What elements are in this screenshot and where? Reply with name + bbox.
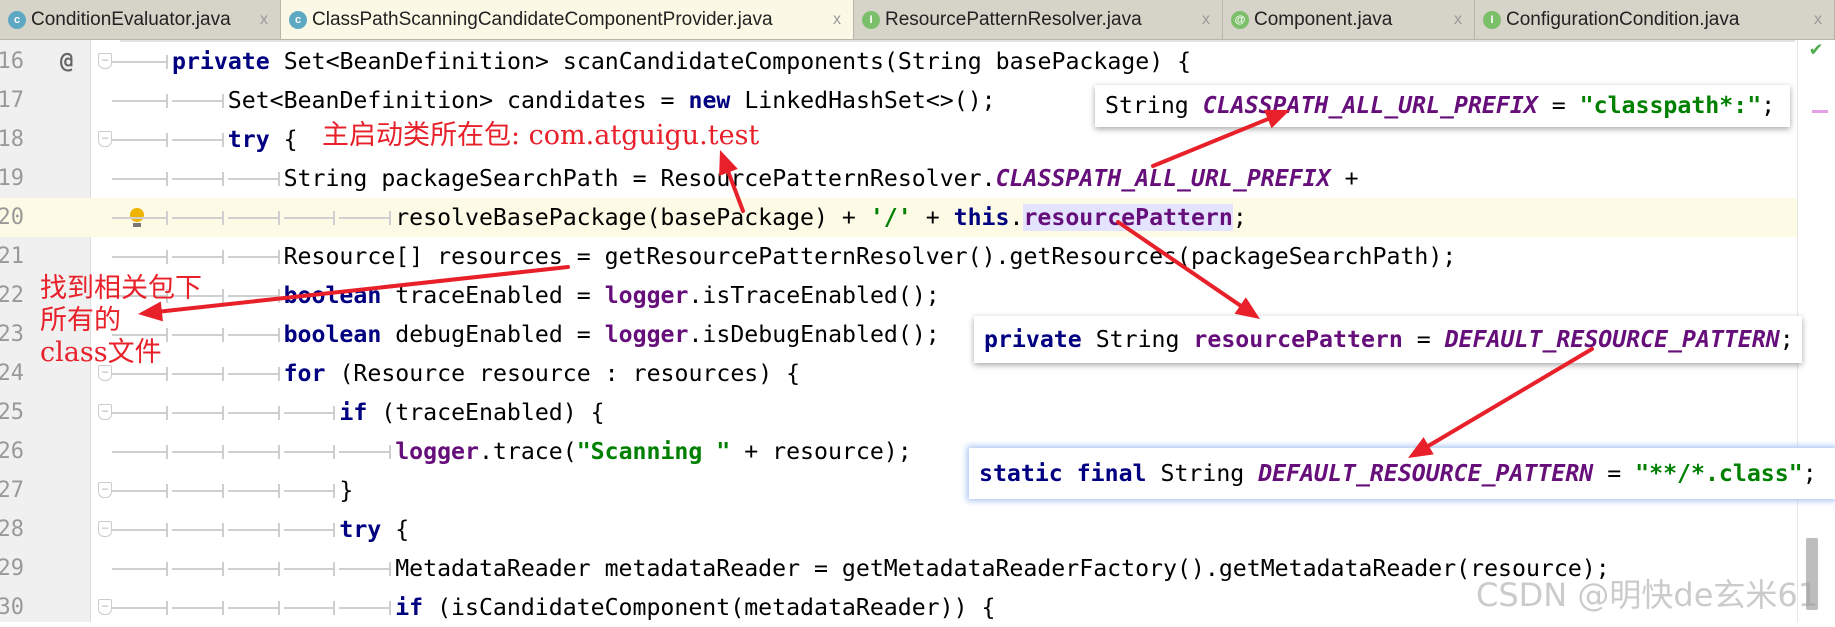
annotation-arrow	[1151, 109, 1290, 168]
annotation-arrow	[138, 265, 570, 322]
watermark: CSDN @明快de玄米61	[1476, 576, 1819, 614]
annotation-arrow	[1408, 347, 1594, 458]
annotation-arrow	[1116, 220, 1260, 319]
annotation-arrow	[719, 150, 745, 213]
annotation-arrows	[138, 109, 1594, 458]
